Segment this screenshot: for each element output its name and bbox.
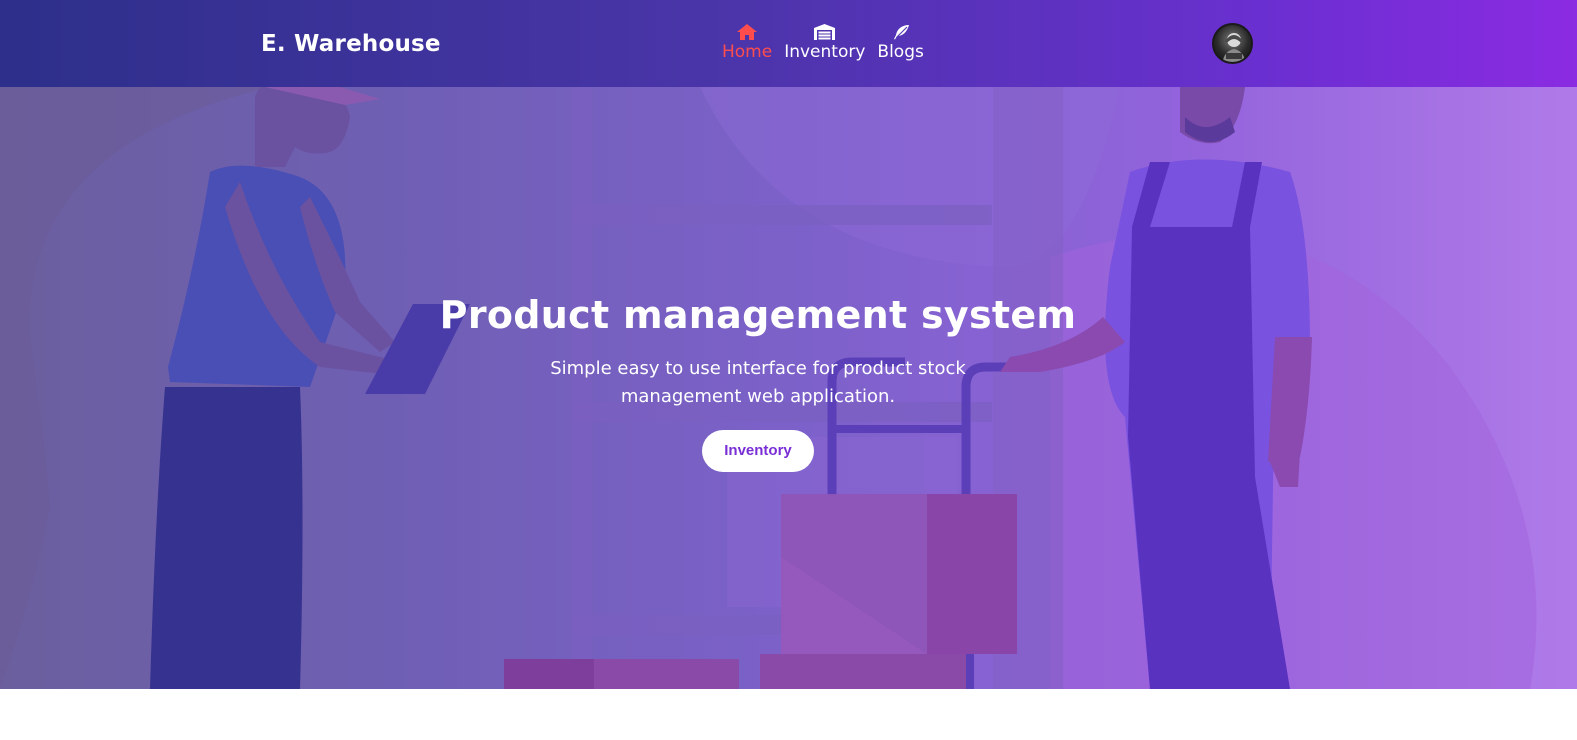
user-avatar[interactable] [1212,23,1253,64]
nav-blogs-label: Blogs [877,42,924,62]
nav-inventory-link[interactable]: Inventory [784,22,865,62]
nav-home-link[interactable]: Home [722,22,772,62]
hero-title: Product management system [439,293,1077,337]
nav-links: Home Inventory Blogs [722,22,924,62]
home-icon [736,22,758,40]
navbar: E. Warehouse Home Inventory Blogs [0,0,1577,87]
nav-home-label: Home [722,42,773,62]
feather-icon [890,22,912,40]
warehouse-icon [814,22,836,40]
nav-inventory-label: Inventory [784,42,866,62]
inventory-button[interactable]: Inventory [702,430,814,472]
hero-content: Product management system Simple easy to… [0,293,1516,472]
hero-subtitle: Simple easy to use interface for product… [550,358,966,407]
nav-blogs-link[interactable]: Blogs [877,22,924,62]
hero-section: Product management system Simple easy to… [0,87,1577,689]
brand-logo[interactable]: E. Warehouse [261,31,441,57]
avatar-image [1222,33,1246,62]
